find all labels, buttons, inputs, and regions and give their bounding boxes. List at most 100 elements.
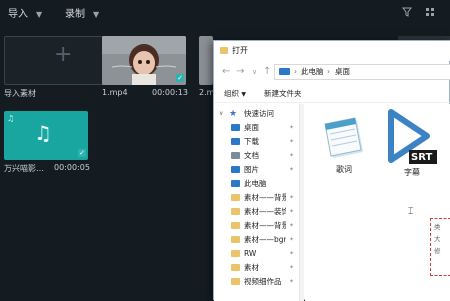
avatar-illustration xyxy=(102,36,186,85)
up-icon[interactable]: ↑ xyxy=(263,66,271,78)
filter-icon[interactable] xyxy=(402,7,412,20)
srt-badge: SRT xyxy=(411,152,433,163)
nav-item-desktop[interactable]: 桌面 ✦ xyxy=(214,122,299,134)
navigation-pane: ∨ ★ 快速访问 桌面 ✦ 下载 ✦ 文档 ✦ 图片 ✦ 此电脑 素材——背景 … xyxy=(214,104,299,301)
pin-icon: ✦ xyxy=(289,166,295,173)
open-file-dialog: 打开 ← → ∨ ↑ › 此电脑 › 桌面 组织 ▼ 新建文件夹 ∨ ★ 快速访… xyxy=(213,40,450,301)
media-duration: 00:00:05 xyxy=(54,163,90,172)
nav-label: 素材——背景 xyxy=(244,221,286,230)
plus-icon: + xyxy=(54,42,73,67)
media-toolbar: 导入 ▼ 录制 ▼ xyxy=(0,0,450,28)
tooltip-popup: 类 大 修 xyxy=(430,218,450,276)
nav-item-this-pc[interactable]: 此电脑 xyxy=(214,178,299,190)
tooltip-line: 修 xyxy=(434,247,441,255)
pin-icon: ✦ xyxy=(289,208,295,215)
music-thumbnail[interactable]: ♫ ♫ xyxy=(4,111,88,160)
nav-label: 下载 xyxy=(244,137,259,146)
media-duration: 00:00:13 xyxy=(152,88,188,97)
folder-icon xyxy=(231,208,240,215)
nav-item-folder[interactable]: 素材——装饰 ✦ xyxy=(214,206,299,218)
record-menu-label: 录制 xyxy=(65,9,85,20)
chevron-down-icon: ▼ xyxy=(241,91,247,98)
mouse-cursor-icon: ⌶ xyxy=(408,207,414,217)
breadcrumb-this-pc[interactable]: 此电脑 xyxy=(301,65,324,79)
file-label: 字幕 xyxy=(404,168,420,177)
pin-icon: ✦ xyxy=(289,152,295,159)
nav-label: 快速访问 xyxy=(244,109,274,118)
tooltip-line: 大 xyxy=(434,235,441,243)
nav-label: 此电脑 xyxy=(244,179,267,188)
chevron-down-icon: ▼ xyxy=(36,10,43,19)
dialog-title: 打开 xyxy=(232,46,248,55)
nav-item-folder[interactable]: 视频细作品 ✦ xyxy=(214,276,299,288)
file-item-lyrics[interactable]: 歌词 xyxy=(319,112,369,178)
import-media-label: 导入素材 xyxy=(4,89,36,98)
folder-icon xyxy=(231,222,240,229)
pin-icon: ✦ xyxy=(289,222,295,229)
media-label: 2.mp4 xyxy=(199,88,213,97)
media-card-video-1[interactable]: ✓ 1.mp4 00:00:13 xyxy=(102,36,188,100)
import-menu-button[interactable]: 导入 ▼ xyxy=(8,8,42,22)
folder-icon xyxy=(231,250,240,257)
chevron-down-icon: ▼ xyxy=(93,10,100,19)
nav-item-downloads[interactable]: 下载 ✦ xyxy=(214,136,299,148)
pin-icon: ✦ xyxy=(289,138,295,145)
dialog-titlebar: 打开 xyxy=(214,41,450,61)
folder-icon xyxy=(231,194,240,201)
nav-item-folder[interactable]: 素材——背景 ✦ xyxy=(214,192,299,204)
nav-label: 桌面 xyxy=(244,123,259,132)
picture-icon xyxy=(231,166,240,173)
import-thumbnail[interactable]: + xyxy=(4,36,117,85)
check-icon: ✓ xyxy=(78,149,86,157)
address-row: ← → ∨ ↑ › 此电脑 › 桌面 xyxy=(214,61,450,83)
folder-icon xyxy=(231,278,240,285)
notepad-icon xyxy=(324,117,363,158)
nav-item-pictures[interactable]: 图片 ✦ xyxy=(214,164,299,176)
video-thumbnail[interactable] xyxy=(102,36,186,85)
download-icon xyxy=(231,138,240,145)
breadcrumb-desktop[interactable]: 桌面 xyxy=(335,65,350,79)
music-note-icon: ♫ xyxy=(34,121,52,145)
file-list: 歌词 SRT 字幕 ⌶ xyxy=(305,104,450,301)
pin-icon: ✦ xyxy=(289,236,295,243)
nav-label: 图片 xyxy=(244,165,259,174)
nav-item-folder[interactable]: RW ✦ xyxy=(214,248,299,260)
breadcrumb-separator: › xyxy=(327,67,330,76)
grid-icon[interactable] xyxy=(425,7,435,20)
organize-button[interactable]: 组织 ▼ xyxy=(224,85,246,104)
media-label: 万兴喵影… xyxy=(4,164,44,173)
back-icon[interactable]: ← xyxy=(222,66,230,78)
nav-scrollbar[interactable] xyxy=(299,104,304,301)
file-item-subtitle[interactable]: SRT 字幕 xyxy=(379,106,437,178)
organize-label: 组织 xyxy=(224,89,239,98)
chevron-down-icon[interactable]: ∨ xyxy=(252,66,257,78)
new-folder-button[interactable]: 新建文件夹 xyxy=(264,85,302,103)
address-bar[interactable]: › 此电脑 › 桌面 xyxy=(274,64,450,80)
import-menu-label: 导入 xyxy=(8,9,28,20)
media-card-music[interactable]: ♫ ♫ ✓ 万兴喵影… 00:00:05 xyxy=(4,111,117,175)
nav-item-folder[interactable]: 素材 ✦ xyxy=(214,262,299,274)
nav-item-quick-access[interactable]: ∨ ★ 快速访问 xyxy=(214,108,299,120)
star-icon: ★ xyxy=(229,109,238,119)
pin-icon: ✦ xyxy=(289,264,295,271)
forward-icon[interactable]: → xyxy=(236,66,244,78)
desktop-icon xyxy=(231,124,240,131)
video-thumbnail[interactable] xyxy=(199,36,213,85)
computer-icon xyxy=(231,180,240,187)
folder-icon xyxy=(220,47,228,54)
import-media-card[interactable]: + 导入素材 xyxy=(4,36,117,100)
record-menu-button[interactable]: 录制 ▼ xyxy=(65,8,99,22)
nav-item-folder[interactable]: 素材——bgm ✦ xyxy=(214,234,299,246)
pin-icon: ✦ xyxy=(289,278,295,285)
check-icon: ✓ xyxy=(176,74,184,82)
document-icon xyxy=(231,152,240,159)
pin-icon: ✦ xyxy=(289,250,295,257)
audio-icon: ♫ xyxy=(7,114,15,123)
nav-label: 素材——装饰 xyxy=(244,207,286,216)
nav-item-folder[interactable]: 素材——背景 ✦ xyxy=(214,220,299,232)
nav-label: 素材——bgm xyxy=(244,235,286,244)
chevron-down-icon: ∨ xyxy=(219,110,224,117)
nav-item-documents[interactable]: 文档 ✦ xyxy=(214,150,299,162)
pin-icon: ✦ xyxy=(289,194,295,201)
computer-icon xyxy=(279,68,290,75)
